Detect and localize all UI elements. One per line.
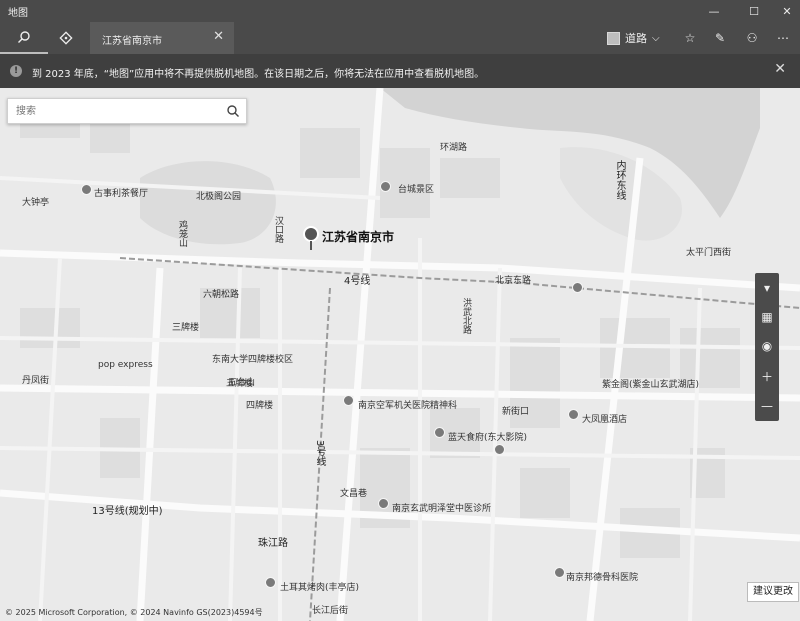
map-label: 内环东线 bbox=[614, 160, 625, 200]
offline-maps-notice: ! 到 2023 年底，“地图”应用中将不再提供脱机地图。在该日期之后，你将无法… bbox=[0, 54, 800, 88]
map-label: 三牌楼 bbox=[172, 323, 200, 333]
map-label: 大钟亭 bbox=[22, 198, 50, 208]
map-label: 丹凤街 bbox=[22, 376, 50, 386]
poi-marker-icon[interactable] bbox=[554, 567, 565, 578]
poi-marker-icon[interactable] bbox=[568, 409, 579, 420]
map-label: 东南大学四牌楼校区 bbox=[212, 355, 294, 365]
favorites-icon: ☆ bbox=[684, 31, 696, 45]
location-target-icon: ◉ bbox=[761, 339, 773, 353]
notice-message: 到 2023 年底，“地图”应用中将不再提供脱机地图。在该日期之后，你将无法在应… bbox=[32, 69, 485, 80]
more-icon: ⋯ bbox=[777, 31, 789, 45]
zoom-out-button[interactable]: — bbox=[755, 391, 779, 421]
map-label: 洪武北路 bbox=[461, 298, 471, 334]
tab-location-label: 江苏省南京市 bbox=[102, 36, 162, 47]
map-label: 五牌楼 bbox=[226, 379, 254, 389]
map-label: 四牌楼 bbox=[246, 401, 274, 411]
map-controls: ▾ ▦ ◉ ＋ — bbox=[755, 273, 779, 421]
map-label: 太平门西街 bbox=[686, 248, 732, 258]
map-label: 4号线 bbox=[344, 276, 371, 287]
person-icon: ⚇ bbox=[746, 31, 758, 45]
plus-icon: ＋ bbox=[760, 369, 773, 384]
map-label: 紫金阁(紫金山玄武湖店) bbox=[602, 380, 700, 390]
map-label: pop express bbox=[98, 360, 153, 370]
map-label: 土耳其烤肉(丰亭店) bbox=[280, 583, 360, 593]
map-label: 北极阁公园 bbox=[196, 192, 242, 202]
chevron-down-icon: ⌵ bbox=[652, 32, 660, 44]
map-label: 北京东路 bbox=[495, 276, 532, 286]
map-label: 汉口路 bbox=[273, 216, 283, 243]
minimize-button[interactable]: — bbox=[697, 0, 731, 22]
poi-marker-icon[interactable] bbox=[494, 444, 505, 455]
map-label: 大凤凰酒店 bbox=[582, 415, 628, 425]
close-window-button[interactable]: ✕ bbox=[770, 0, 800, 22]
directions-tab[interactable] bbox=[46, 22, 86, 54]
close-icon: ✕ bbox=[782, 4, 792, 18]
map-label: 古事利茶餐厅 bbox=[94, 189, 149, 199]
map-graphics bbox=[0, 88, 800, 621]
layers-icon: ▦ bbox=[761, 310, 773, 324]
map-label: 鸡笼山 bbox=[177, 220, 187, 247]
location-pin-icon bbox=[303, 226, 319, 242]
tab-location[interactable]: 江苏省南京市 ✕ bbox=[90, 22, 234, 54]
title-bar: 地图 — ☐ ✕ bbox=[0, 0, 800, 22]
search-tab[interactable] bbox=[0, 22, 48, 54]
map-label: 珠江路 bbox=[258, 538, 288, 549]
map-label: 长江后街 bbox=[312, 606, 349, 616]
poi-marker-icon[interactable] bbox=[380, 181, 391, 192]
map-style-swatch-icon bbox=[607, 31, 620, 45]
map-label: 台城景区 bbox=[398, 185, 435, 195]
pen-icon: ✎ bbox=[714, 31, 726, 45]
poi-marker-icon[interactable] bbox=[343, 395, 354, 406]
map-copyright: © 2025 Microsoft Corporation, © 2024 Nav… bbox=[5, 608, 263, 617]
poi-marker-icon[interactable] bbox=[81, 184, 92, 195]
map-label: 南京空军机关医院精神科 bbox=[358, 401, 458, 411]
search-icon[interactable] bbox=[226, 104, 240, 118]
maximize-icon: ☐ bbox=[749, 4, 759, 18]
more-button[interactable]: ⋯ bbox=[763, 22, 800, 54]
map-label: 南京玄武明泽堂中医诊所 bbox=[392, 504, 492, 514]
map-label: 3号线 bbox=[314, 440, 325, 467]
maximize-button[interactable]: ☐ bbox=[737, 0, 771, 22]
toolbar: 江苏省南京市 ✕ 道路 ⌵ ☆ ✎ ⚇ ⋯ bbox=[0, 22, 800, 54]
park-area bbox=[140, 161, 276, 245]
map-label: 新街口 bbox=[502, 407, 530, 417]
map-label: 南京邦德骨科医院 bbox=[566, 573, 639, 583]
my-location-button[interactable]: ◉ bbox=[755, 331, 779, 361]
search-input[interactable] bbox=[8, 99, 218, 123]
map-layers-button[interactable]: ▦ bbox=[755, 302, 779, 332]
directions-icon bbox=[59, 31, 73, 45]
notice-close-button[interactable]: ✕ bbox=[774, 61, 786, 77]
map-style-dropdown[interactable]: 道路 ⌵ bbox=[607, 28, 660, 48]
poi-marker-icon[interactable] bbox=[434, 427, 445, 438]
map-label: 环湖路 bbox=[440, 143, 468, 153]
map-label: 蓝天食府(东大影院) bbox=[448, 433, 528, 443]
map-label: 六朝松路 bbox=[203, 290, 240, 300]
poi-marker-icon[interactable] bbox=[265, 577, 276, 588]
minimize-icon: — bbox=[708, 4, 720, 18]
map-pin-label[interactable]: 江苏省南京市 bbox=[322, 228, 394, 245]
map-style-label: 道路 bbox=[625, 32, 647, 45]
compass-icon: ▾ bbox=[763, 281, 771, 295]
map-label: 13号线(规划中) bbox=[92, 506, 163, 517]
search-box bbox=[7, 98, 247, 124]
map-label: 文昌巷 bbox=[340, 489, 368, 499]
info-icon: ! bbox=[10, 65, 22, 77]
zoom-in-button[interactable]: ＋ bbox=[755, 361, 779, 391]
minus-icon: — bbox=[761, 399, 773, 413]
tab-close-icon[interactable]: ✕ bbox=[213, 29, 224, 44]
suggest-change-button[interactable]: 建议更改 bbox=[747, 582, 799, 602]
compass-button[interactable]: ▾ bbox=[755, 273, 779, 303]
poi-marker-icon[interactable] bbox=[572, 282, 583, 293]
window-title: 地图 bbox=[8, 8, 28, 19]
map-canvas[interactable]: 江苏省南京市 台城景区 环湖路 北极阁公园 大钟亭 古事利茶餐厅 鸡笼山 汉口路… bbox=[0, 88, 800, 621]
poi-marker-icon[interactable] bbox=[378, 498, 389, 509]
search-icon bbox=[18, 31, 30, 43]
